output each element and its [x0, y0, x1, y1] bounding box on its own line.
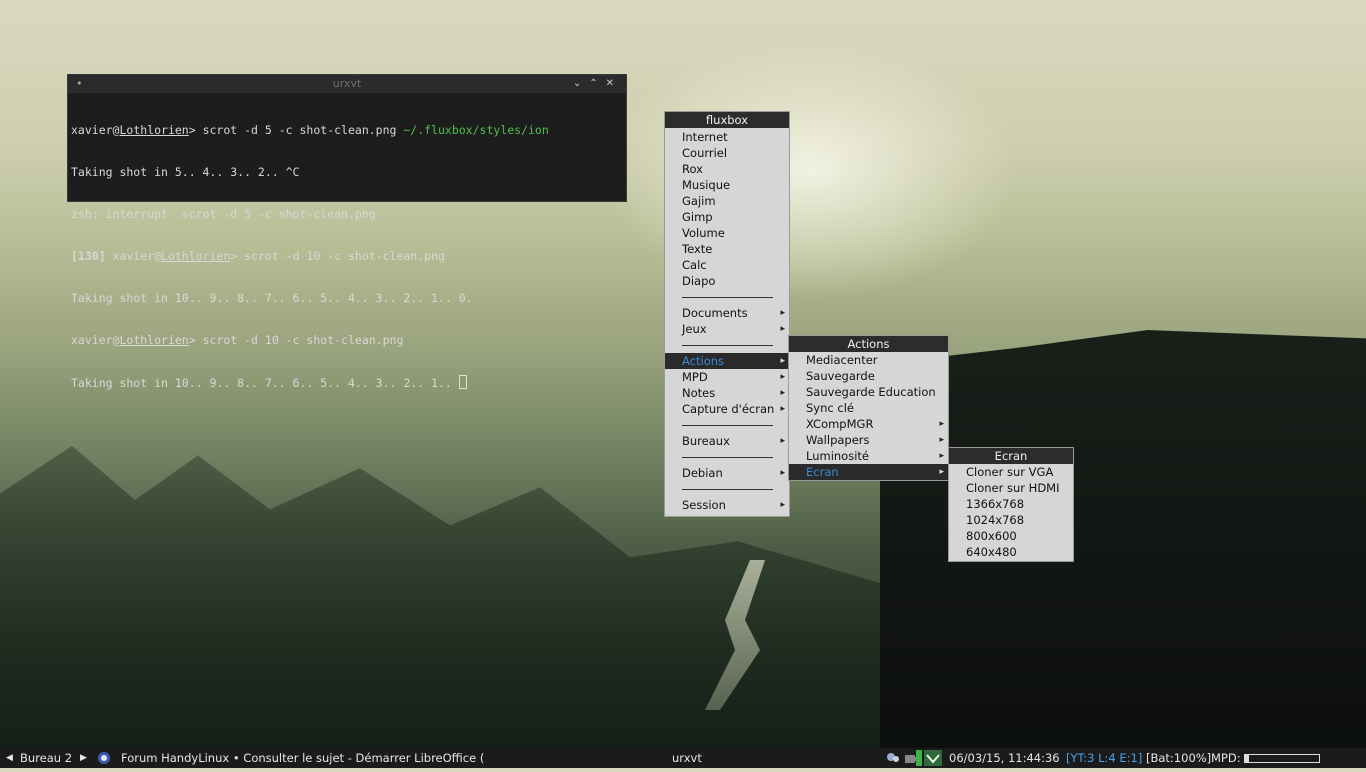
menu-item-mediacenter[interactable]: Mediacenter: [789, 352, 948, 368]
exit-code: [130]: [71, 249, 106, 263]
fluxbox-root-menu: fluxbox Internet Courriel Rox Musique Ga…: [664, 111, 790, 517]
menu-item-res-1366x768[interactable]: 1366x768: [949, 496, 1073, 512]
menu-item-rox[interactable]: Rox: [665, 161, 789, 177]
terminal-line: Taking shot in 10.. 9.. 8.. 7.. 6.. 5.. …: [71, 291, 473, 305]
prev-workspace-icon[interactable]: ◀: [6, 748, 13, 768]
menu-item-diapo[interactable]: Diapo: [665, 273, 789, 289]
menu-item-bureaux[interactable]: Bureaux: [665, 433, 789, 449]
terminal-output[interactable]: xavier@Lothlorien> scrot -d 5 -c shot-cl…: [68, 93, 626, 419]
mpd-progress-fill: [1245, 755, 1250, 762]
menu-item-volume[interactable]: Volume: [665, 225, 789, 241]
taskbar-active-window[interactable]: urxvt: [672, 748, 702, 768]
minimize-icon[interactable]: ⌄: [573, 78, 589, 89]
menu-item-sauvegarde[interactable]: Sauvegarde: [789, 368, 948, 384]
menu-item-debian[interactable]: Debian: [665, 465, 789, 481]
prompt-user: xavier: [71, 333, 113, 347]
menu-title: fluxbox: [665, 112, 789, 128]
menu-item-sauvegarde-education[interactable]: Sauvegarde Education: [789, 384, 948, 400]
prompt-host: Lothlorien: [119, 123, 189, 137]
menu-item-musique[interactable]: Musique: [665, 177, 789, 193]
text-cursor: [458, 375, 467, 389]
menu-item-luminosite[interactable]: Luminosité: [789, 448, 948, 464]
terminal-line: xavier@Lothlorien> scrot -d 10 -c shot-c…: [71, 333, 404, 347]
window-menu-icon[interactable]: •: [76, 75, 83, 93]
window-controls[interactable]: ⌄⌃✕: [573, 75, 622, 93]
menu-item-wallpapers[interactable]: Wallpapers: [789, 432, 948, 448]
taskbar-window-title[interactable]: Forum HandyLinux • Consulter le sujet - …: [121, 748, 484, 768]
menu-separator: [665, 417, 789, 433]
prompt-host: Lothlorien: [119, 333, 189, 347]
menu-separator: [665, 449, 789, 465]
menu-separator: [665, 337, 789, 353]
ecran-submenu: Ecran Cloner sur VGA Cloner sur HDMI 136…: [948, 447, 1074, 562]
network-icon[interactable]: [886, 751, 900, 771]
terminal-line: Taking shot in 5.. 4.. 3.. 2.. ^C: [71, 165, 300, 179]
menu-title: Ecran: [949, 448, 1073, 464]
terminal-titlebar[interactable]: • urxvt ⌄⌃✕: [68, 75, 626, 93]
mpd-progress-bar[interactable]: [1244, 748, 1320, 768]
prompt-user: xavier: [105, 249, 155, 263]
maximize-icon[interactable]: ⌃: [589, 78, 605, 89]
menu-item-capture[interactable]: Capture d'écran: [665, 401, 789, 417]
terminal-line: xavier@Lothlorien> scrot -d 5 -c shot-cl…: [71, 123, 549, 137]
menu-item-notes[interactable]: Notes: [665, 385, 789, 401]
workspace-name[interactable]: Bureau 2: [20, 748, 72, 768]
status-mpd-label: MPD:: [1211, 751, 1241, 765]
terminal-window[interactable]: • urxvt ⌄⌃✕ xavier@Lothlorien> scrot -d …: [67, 74, 627, 390]
terminal-line: zsh: interrupt scrot -d 5 -c shot-clean.…: [71, 207, 376, 221]
menu-item-jeux[interactable]: Jeux: [665, 321, 789, 337]
prompt-path: ~/.fluxbox/styles/ion: [403, 123, 549, 137]
terminal-line: [130] xavier@Lothlorien> scrot -d 10 -c …: [71, 249, 445, 263]
browser-window-icon[interactable]: [97, 751, 111, 771]
menu-item-courriel[interactable]: Courriel: [665, 145, 789, 161]
menu-item-gimp[interactable]: Gimp: [665, 209, 789, 225]
wallpaper-river: [705, 560, 765, 710]
menu-item-xcompmgr[interactable]: XCompMGR: [789, 416, 948, 432]
menu-item-ecran[interactable]: Ecran: [789, 464, 948, 480]
menu-separator: [665, 289, 789, 305]
close-icon[interactable]: ✕: [606, 78, 622, 89]
menu-item-session[interactable]: Session: [665, 497, 789, 513]
prompt-host: Lothlorien: [161, 249, 231, 263]
menu-item-gajim[interactable]: Gajim: [665, 193, 789, 209]
status-mail: [YT:3 L:4 E:1]: [1066, 751, 1143, 765]
prompt-user: xavier: [71, 123, 113, 137]
terminal-title: urxvt: [332, 77, 362, 90]
menu-item-texte[interactable]: Texte: [665, 241, 789, 257]
menu-item-res-1024x768[interactable]: 1024x768: [949, 512, 1073, 528]
wallpaper-light: [600, 40, 1020, 300]
menu-item-calc[interactable]: Calc: [665, 257, 789, 273]
menu-item-cloner-vga[interactable]: Cloner sur VGA: [949, 464, 1073, 480]
status-battery: [Bat:100%]: [1146, 751, 1212, 765]
taskbar: ◀ Bureau 2 ▶ Forum HandyLinux • Consulte…: [0, 748, 1366, 768]
prompt-command: > scrot -d 10 -c shot-clean.png: [230, 249, 445, 263]
terminal-text: Taking shot in 10.. 9.. 8.. 7.. 6.. 5.. …: [71, 376, 459, 390]
power-icon[interactable]: [916, 750, 922, 772]
menu-item-cloner-hdmi[interactable]: Cloner sur HDMI: [949, 480, 1073, 496]
menu-separator: [665, 481, 789, 497]
menu-item-internet[interactable]: Internet: [665, 129, 789, 145]
terminal-line: Taking shot in 10.. 9.. 8.. 7.. 6.. 5.. …: [71, 375, 623, 390]
menu-title: Actions: [789, 336, 948, 352]
actions-submenu: Actions Mediacenter Sauvegarde Sauvegard…: [788, 335, 949, 481]
menu-item-actions[interactable]: Actions: [665, 353, 789, 369]
menu-item-res-800x600[interactable]: 800x600: [949, 528, 1073, 544]
menu-item-documents[interactable]: Documents: [665, 305, 789, 321]
next-workspace-icon[interactable]: ▶: [80, 748, 87, 768]
update-icon[interactable]: [924, 750, 942, 772]
clock[interactable]: 06/03/15, 11:44:36: [949, 748, 1060, 768]
prompt-command: > scrot -d 5 -c shot-clean.png: [188, 123, 404, 137]
menu-item-sync-cle[interactable]: Sync clé: [789, 400, 948, 416]
menu-item-mpd[interactable]: MPD: [665, 369, 789, 385]
prompt-command: > scrot -d 10 -c shot-clean.png: [188, 333, 404, 347]
menu-item-res-640x480[interactable]: 640x480: [949, 544, 1073, 560]
